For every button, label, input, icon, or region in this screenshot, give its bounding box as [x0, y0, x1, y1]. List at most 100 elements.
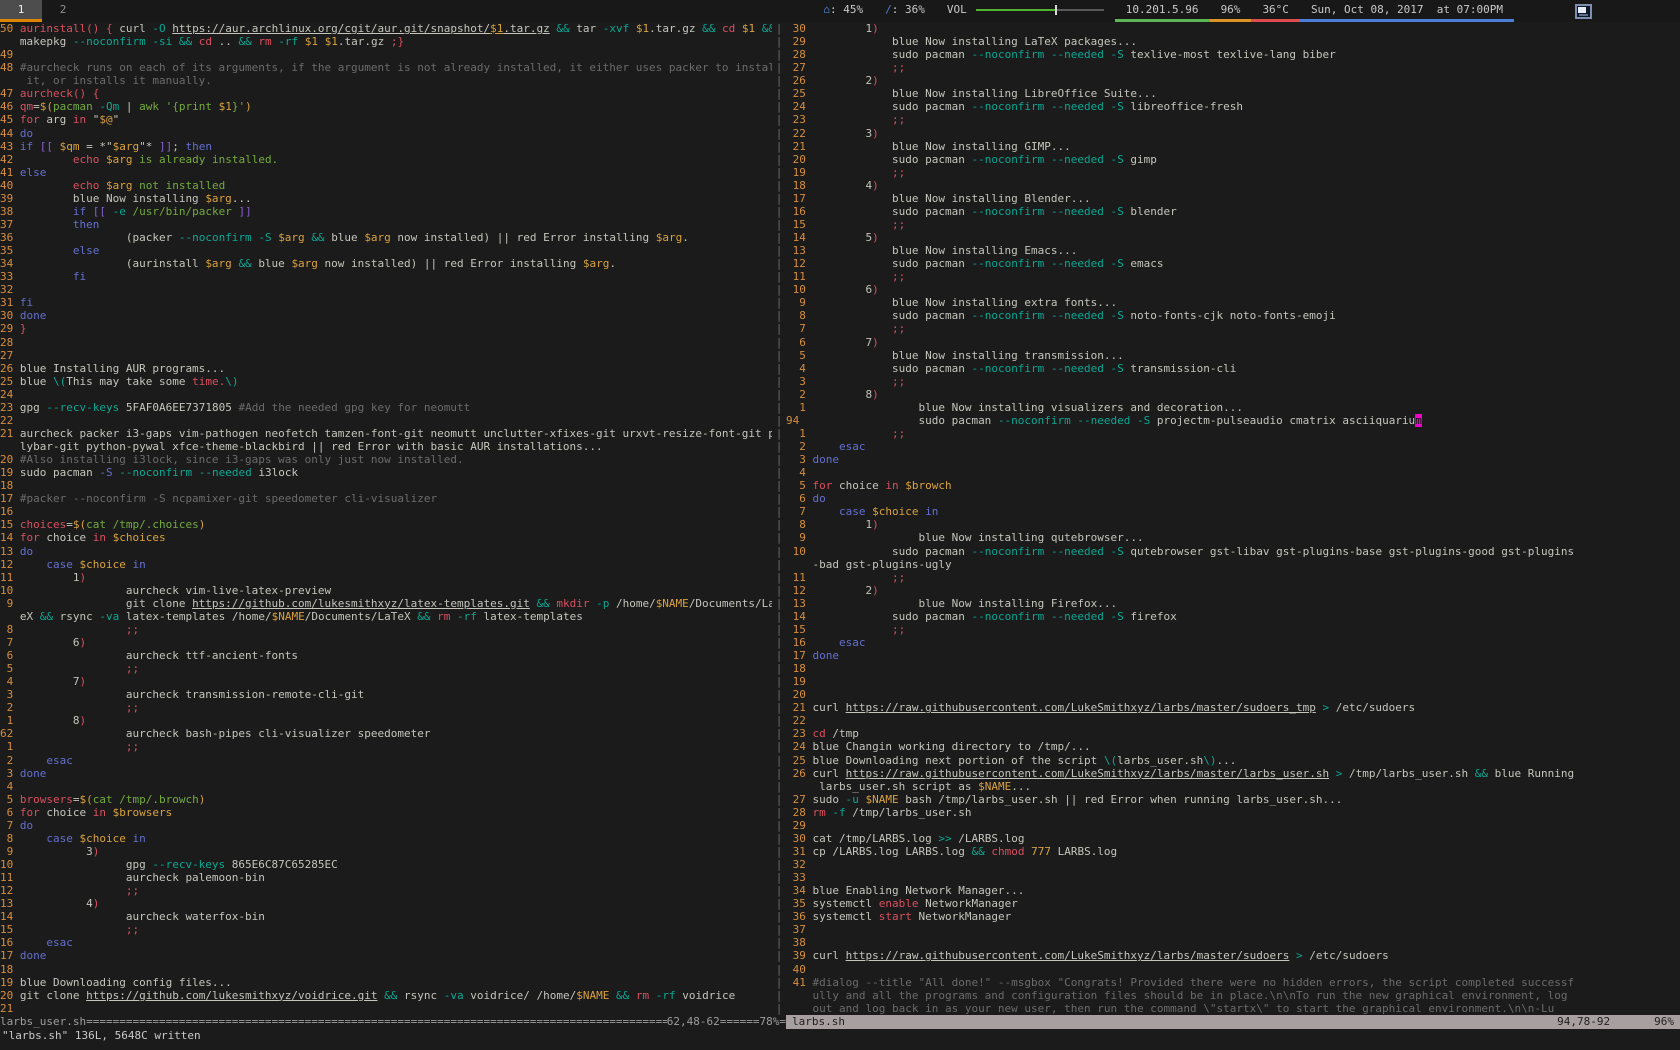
code-line: out and log back in as your new user, th… [786, 1002, 1680, 1015]
line-number: 29 [786, 819, 813, 832]
vim-pane-larbs-user-sh[interactable]: 50 aurinstall() { curl -O https://aur.ar… [0, 22, 772, 1016]
code-token [1104, 100, 1111, 113]
code-token: --noconfirm [971, 153, 1044, 166]
code-token: = [66, 518, 73, 531]
code-token: $1 [636, 22, 649, 35]
code-token: blue Now installing transmission... [813, 349, 1124, 362]
cursor-block: m [1415, 414, 1422, 427]
line-number [786, 989, 813, 1002]
vim-pane-larbs-sh[interactable]: 30 1) 29 blue Now installing LaTeX packa… [786, 22, 1680, 1016]
line-number: 8 [786, 518, 813, 531]
code-token: ;; [892, 61, 905, 74]
code-token: https://raw.githubusercontent.com/LukeSm… [846, 949, 1290, 962]
code-token: curl [813, 949, 846, 962]
code-line: 18 4) [786, 179, 1680, 192]
line-number: 2 [786, 440, 813, 453]
line-number: 11 [786, 571, 813, 584]
code-token: transmission-cli [1124, 362, 1237, 375]
code-line: 2 esac [0, 754, 772, 767]
bar-module--36-: /: 36% [874, 0, 936, 22]
line-number: 41 [0, 166, 20, 179]
code-token: emacs [1124, 257, 1164, 270]
code-token: -S [1111, 205, 1124, 218]
line-number: 6 [786, 336, 813, 349]
code-line: 33 fi [0, 270, 772, 283]
code-token: 2 [813, 74, 873, 87]
line-number: 10 [0, 584, 20, 597]
bar-module-96-: 96% [1210, 0, 1252, 22]
code-token: \) [1203, 754, 1216, 767]
code-line: 6 7) [786, 336, 1680, 349]
line-number: 30 [786, 22, 813, 35]
code-line: makepkg --noconfirm -si && cd .. && rm -… [0, 35, 772, 48]
volume-knob[interactable] [1055, 5, 1057, 15]
code-token: aurcheck vim-live-latex-preview [20, 584, 331, 597]
code-token: /Documents/LaTeX [305, 610, 418, 623]
terminal-monitor-icon[interactable] [1575, 4, 1592, 19]
line-number: 43 [0, 140, 20, 153]
code-line: 17 done [786, 649, 1680, 662]
line-number: 32 [786, 858, 813, 871]
statusline-ruler-left: 62,48-62======78%= [667, 1015, 786, 1029]
code-token: case [46, 558, 73, 571]
line-number: 6 [0, 806, 20, 819]
code-token [813, 571, 892, 584]
code-line: 44 do [0, 127, 772, 140]
code-line: 94 sudo pacman --noconfirm --needed -S p… [786, 414, 1680, 427]
workspace-tag-2[interactable]: 2 [42, 0, 84, 22]
line-number: 22 [786, 127, 813, 140]
code-token: voidrice/ /home/ [464, 989, 577, 1002]
code-line: 12 2) [786, 584, 1680, 597]
code-token: aurcheck() [20, 87, 86, 100]
code-line: 9 git clone https://github.com/lukesmith… [0, 597, 772, 610]
code-token [20, 558, 47, 571]
code-token: ) [872, 584, 879, 597]
code-token: /tmp/larbs_user.sh [1342, 767, 1474, 780]
code-token: -p [596, 597, 609, 610]
code-token: && [238, 35, 258, 48]
code-token: time. [192, 375, 225, 388]
code-token: blue Now installing Emacs... [813, 244, 1078, 257]
code-token: $arg [656, 231, 683, 244]
code-token [318, 35, 325, 48]
code-token: blue Installing AUR programs... [20, 362, 225, 375]
code-line: 22 [786, 714, 1680, 727]
code-token: in [925, 505, 938, 518]
code-token: 4 [813, 179, 873, 192]
code-token: $1 [219, 100, 232, 113]
code-line: 41 #dialog --title "All done!" --msgbox … [786, 976, 1680, 989]
code-token: && [40, 610, 60, 623]
bar-module-label: 10.201.5.96 [1126, 3, 1199, 16]
code-token: ) [79, 571, 86, 584]
code-line: 33 [786, 871, 1680, 884]
code-token: ;; [892, 375, 905, 388]
line-number: 15 [786, 218, 813, 231]
volume-slider[interactable] [976, 9, 1104, 11]
line-number: 19 [0, 466, 20, 479]
code-line: 36 (packer --noconfirm -S $arg && blue $… [0, 231, 772, 244]
code-token: $qm [60, 140, 80, 153]
code-token: -S [1111, 610, 1124, 623]
code-token: ;} [391, 35, 404, 48]
statusline-active: larbs.sh 94,78-92 96% [786, 1015, 1680, 1029]
systray[interactable] [1575, 0, 1592, 22]
line-number: 21 [0, 1002, 20, 1015]
line-number: 38 [0, 205, 20, 218]
code-line: 21 curl https://raw.githubusercontent.co… [786, 701, 1680, 714]
code-token [99, 22, 106, 35]
workspace-tag-1[interactable]: 1 [0, 0, 42, 22]
code-line: 11 ;; [786, 270, 1680, 283]
code-line: 5 browsers=$(cat /tmp/.browch) [0, 793, 772, 806]
code-token: gpg [20, 401, 47, 414]
code-token [755, 22, 762, 35]
bar-module-vol[interactable]: VOL [936, 0, 1115, 22]
code-line: 8 1) [786, 518, 1680, 531]
vertical-split-separator[interactable]: | | | | | | | | | | | | | | | | | | | | … [772, 22, 786, 1016]
code-line: lybar-git python-pywal xfce-theme-blackb… [0, 440, 772, 453]
line-number: 10 [786, 545, 813, 558]
line-number: 14 [0, 531, 20, 544]
code-line: 8 ;; [0, 623, 772, 636]
code-token: done [20, 309, 47, 322]
code-token: aurcheck transmission-remote-cli-git [20, 688, 364, 701]
code-token: blue Now installing GIMP... [813, 140, 1071, 153]
